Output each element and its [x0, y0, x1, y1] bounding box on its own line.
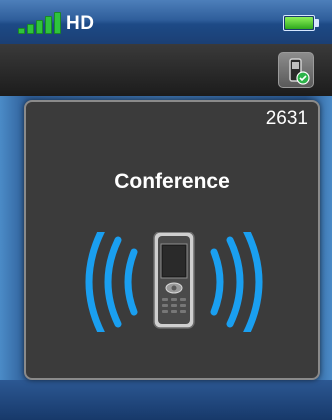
softkey-bar: [0, 380, 332, 420]
signal-strength-icon: [18, 12, 62, 34]
battery-full-icon: [283, 15, 319, 31]
hd-label: HD: [66, 13, 95, 34]
extension-number: 2631: [265, 108, 308, 129]
phone-status-icon: [289, 58, 310, 85]
phone-status-button[interactable]: [278, 52, 314, 88]
call-title: Conference: [114, 170, 230, 193]
toolbar: [0, 44, 332, 96]
status-bar: HD: [0, 0, 332, 44]
call-panel: 2631 Conference: [24, 100, 320, 380]
ringing-phone-icon: [85, 232, 263, 332]
